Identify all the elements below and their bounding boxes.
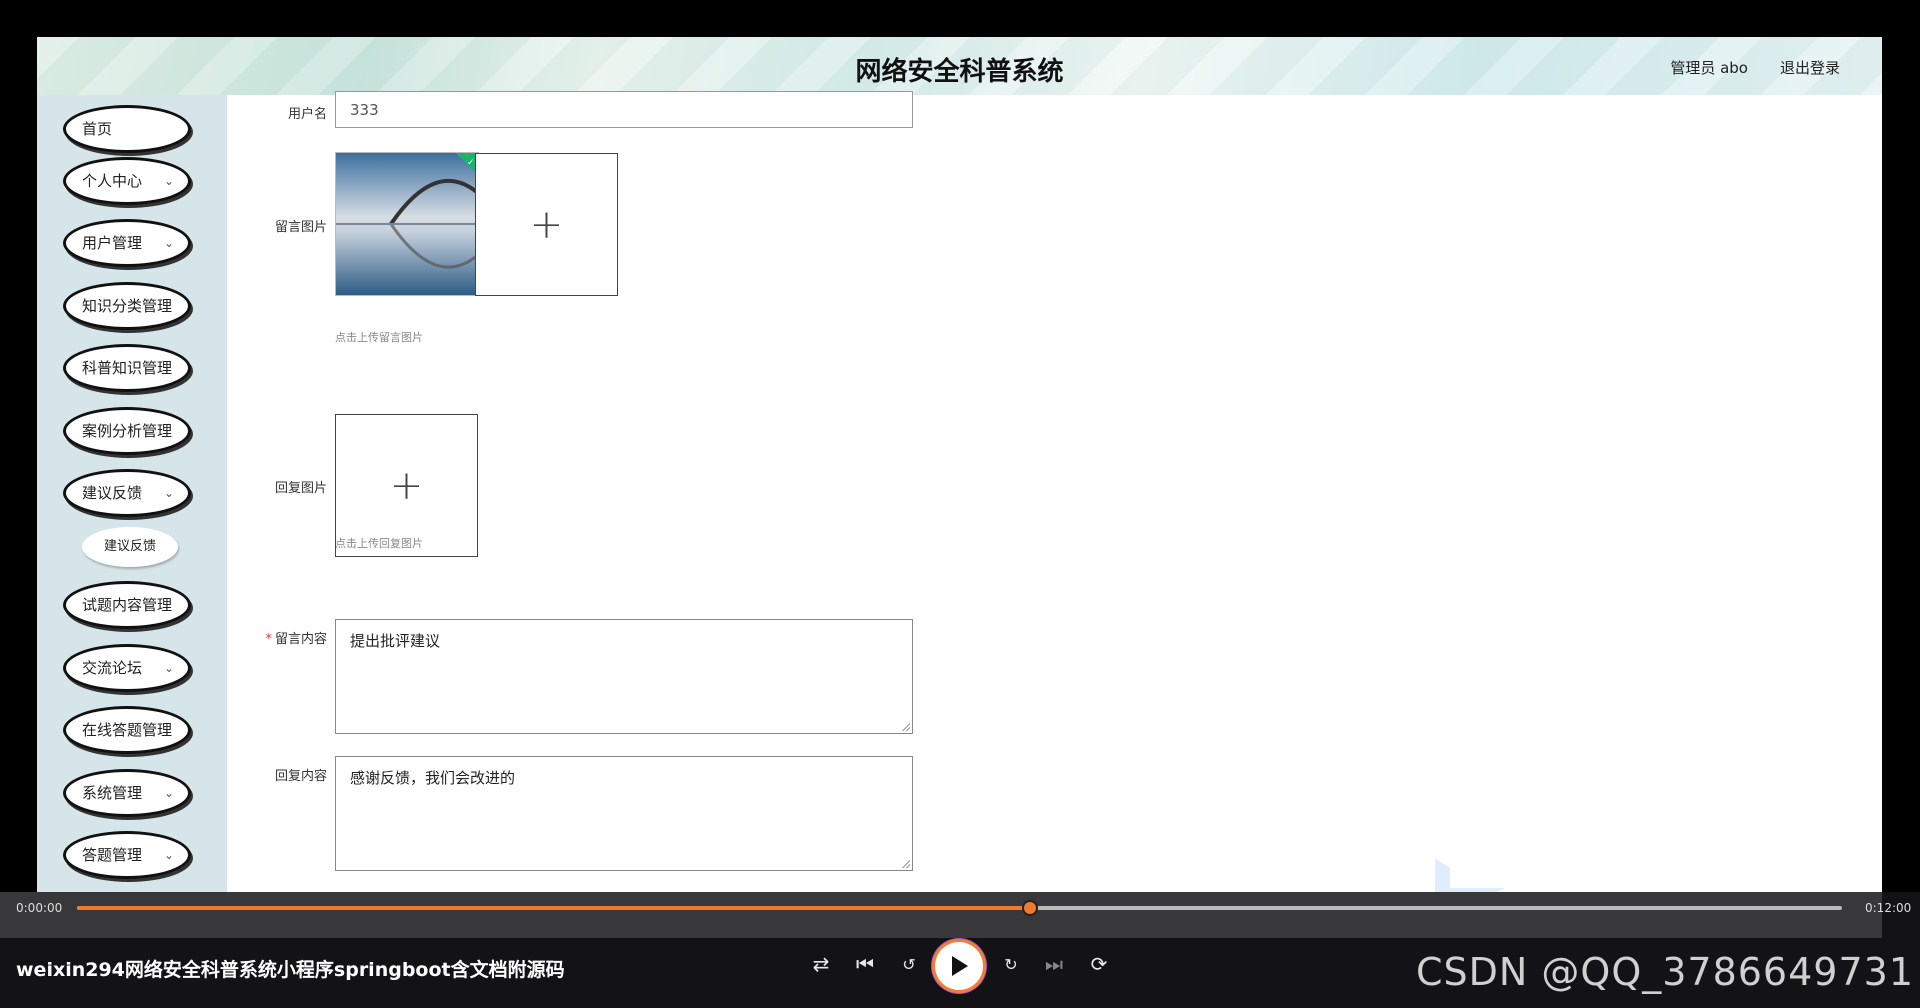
sidebar-item-label: 答题管理 bbox=[82, 846, 143, 864]
logout-link[interactable]: 退出登录 bbox=[1780, 57, 1840, 78]
required-mark: * bbox=[265, 632, 272, 647]
username-label: 用户名 bbox=[287, 107, 327, 122]
message-content-textarea[interactable]: 提出批评建议 bbox=[335, 619, 913, 734]
message-image-upload-button[interactable]: + bbox=[475, 153, 618, 296]
reply-image-label: 回复图片 bbox=[274, 481, 327, 496]
chevron-down-icon: ⌄ bbox=[163, 786, 174, 800]
sidebar-item-label: 首页 bbox=[82, 120, 113, 138]
progress-knob[interactable] bbox=[1022, 900, 1038, 916]
sidebar-item-label: 试题内容管理 bbox=[82, 596, 173, 614]
plus-icon: + bbox=[529, 201, 564, 248]
sidebar-item-feedback[interactable]: 建议反馈 ⌄ bbox=[63, 469, 191, 517]
sidebar-item-forum[interactable]: 交流论坛 ⌄ bbox=[63, 644, 191, 692]
message-content-text: 提出批评建议 bbox=[350, 632, 441, 650]
sidebar-item-knowledge-management[interactable]: 科普知识管理 bbox=[63, 344, 191, 392]
sidebar-item-case-analysis[interactable]: 案例分析管理 bbox=[63, 407, 191, 455]
current-time: 0:00:00 bbox=[16, 901, 63, 915]
chevron-down-icon: ⌄ bbox=[163, 236, 174, 250]
sidebar-item-online-quiz[interactable]: 在线答题管理 bbox=[63, 706, 191, 754]
sidebar-item-label: 系统管理 bbox=[82, 784, 143, 802]
sidebar: 首页 个人中心 ⌄ 用户管理 ⌄ 知识分类管理 科普知识管理 案例分析管理 建议反馈… bbox=[37, 95, 227, 892]
sidebar-item-label: 案例分析管理 bbox=[82, 422, 173, 440]
sidebar-item-home[interactable]: 首页 bbox=[63, 105, 191, 153]
play-button[interactable] bbox=[935, 942, 983, 990]
chevron-down-icon: ⌄ bbox=[163, 661, 174, 675]
total-time: 0:12:00 bbox=[1865, 901, 1912, 915]
resize-grip-icon[interactable] bbox=[902, 860, 910, 868]
message-image-thumbnail[interactable]: ✓ bbox=[335, 152, 479, 296]
sidebar-item-label: 在线答题管理 bbox=[82, 721, 173, 739]
sidebar-item-label: 科普知识管理 bbox=[82, 359, 173, 377]
play-icon bbox=[952, 956, 968, 976]
sidebar-item-label: 用户管理 bbox=[82, 234, 143, 252]
reply-image-hint: 点击上传回复图片 bbox=[335, 537, 423, 550]
admin-app: 网络安全科普系统 管理员 abo 退出登录 首页 个人中心 ⌄ 用户管理 ⌄ 知识分… bbox=[37, 37, 1882, 892]
chevron-down-icon: ⌄ bbox=[163, 174, 174, 188]
sidebar-item-answer-management[interactable]: 答题管理 ⌄ bbox=[63, 831, 191, 879]
sidebar-item-question-content[interactable]: 试题内容管理 bbox=[63, 581, 191, 629]
message-image-hint: 点击上传留言图片 bbox=[335, 331, 423, 344]
bridge-photo: ✓ bbox=[336, 153, 478, 295]
next-track-icon[interactable]: ⏭ bbox=[1040, 952, 1068, 976]
app-title: 网络安全科普系统 bbox=[855, 57, 1064, 87]
sidebar-item-label: 建议反馈 bbox=[82, 484, 143, 502]
reply-content-textarea[interactable]: 感谢反馈，我们会改进的 bbox=[335, 756, 913, 871]
reply-content-label: 回复内容 bbox=[274, 769, 327, 784]
forward-30-icon[interactable]: ↻ bbox=[997, 955, 1025, 974]
csdn-watermark: CSDN @QQ_3786649731 bbox=[1415, 950, 1914, 994]
message-content-label-text: 留言内容 bbox=[274, 632, 327, 647]
video-title: weixin294网络安全科普系统小程序springboot含文档附源码 bbox=[16, 959, 565, 981]
shuffle-icon[interactable]: ⇄ bbox=[807, 952, 835, 976]
feedback-form: 用户名 留言图片 ✓ + bbox=[227, 91, 1882, 892]
previous-track-icon[interactable]: ⏮ bbox=[851, 952, 879, 976]
video-progress-area bbox=[0, 892, 1882, 938]
progress-fill bbox=[77, 906, 1030, 910]
sidebar-item-label: 个人中心 bbox=[82, 172, 143, 190]
rewind-10-icon[interactable]: ↺ bbox=[895, 955, 923, 974]
sidebar-item-label: 交流论坛 bbox=[82, 659, 143, 677]
message-content-label: * 留言内容 bbox=[227, 628, 327, 647]
sidebar-subitem-feedback[interactable]: 建议反馈 bbox=[82, 527, 178, 567]
chevron-down-icon: ⌄ bbox=[163, 848, 174, 862]
sidebar-item-label: 知识分类管理 bbox=[82, 297, 173, 315]
plus-icon: + bbox=[389, 462, 424, 509]
username-input[interactable] bbox=[335, 91, 913, 128]
admin-user-label: 管理员 abo bbox=[1670, 59, 1748, 77]
sidebar-item-system-management[interactable]: 系统管理 ⌄ bbox=[63, 769, 191, 817]
reply-content-text: 感谢反馈，我们会改进的 bbox=[350, 769, 516, 787]
svg-text:✓: ✓ bbox=[467, 158, 475, 168]
sidebar-item-category-management[interactable]: 知识分类管理 bbox=[63, 282, 191, 330]
sidebar-item-user-management[interactable]: 用户管理 ⌄ bbox=[63, 219, 191, 267]
message-image-label: 留言图片 bbox=[274, 220, 327, 235]
sidebar-item-personal-center[interactable]: 个人中心 ⌄ bbox=[63, 157, 191, 205]
header-banner: 网络安全科普系统 管理员 abo 退出登录 bbox=[37, 37, 1882, 95]
resize-grip-icon[interactable] bbox=[902, 723, 910, 731]
chevron-down-icon: ⌄ bbox=[163, 486, 174, 500]
repeat-off-icon[interactable]: ⟳ bbox=[1085, 952, 1113, 976]
